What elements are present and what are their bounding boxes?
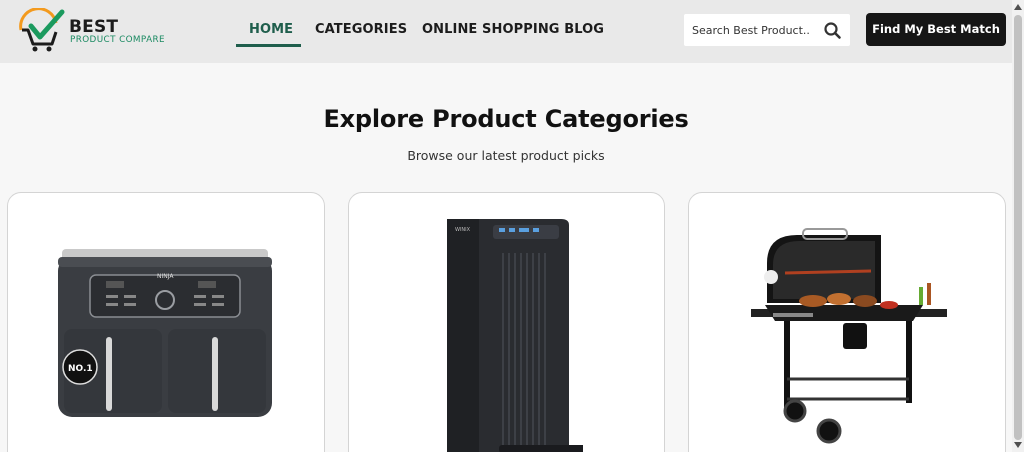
nav-online-shopping-blog[interactable]: ONLINE SHOPPING BLOG: [422, 22, 604, 38]
scroll-up-arrow-icon[interactable]: [1014, 4, 1022, 10]
section-subtitle: Browse our latest product picks: [407, 148, 605, 163]
logo-text-best: BEST: [69, 17, 119, 37]
search-input[interactable]: [684, 14, 818, 46]
search-icon: [824, 22, 841, 39]
air-fryer-brand-text: NINJA: [157, 273, 174, 280]
air-fryer-image: NINJA NO.1: [58, 249, 272, 417]
site-logo[interactable]: BEST PRODUCT COMPARE: [18, 8, 178, 54]
air-purifier-image: WINIX: [447, 219, 583, 452]
category-card-air-purifier[interactable]: WINIX: [348, 192, 665, 452]
scrollbar-thumb[interactable]: [1014, 15, 1022, 440]
nav-home[interactable]: HOME: [249, 22, 293, 38]
category-card-air-fryer[interactable]: NINJA NO.1: [7, 192, 325, 452]
logo-cart-check-icon: [19, 8, 65, 52]
site-header: BEST PRODUCT COMPARE HOME CATEGORIES ONL…: [0, 0, 1012, 63]
scroll-down-arrow-icon[interactable]: [1014, 442, 1022, 448]
section-title: Explore Product Categories: [323, 105, 689, 133]
air-purifier-brand-text: WINIX: [455, 227, 471, 233]
page: BEST PRODUCT COMPARE HOME CATEGORIES ONL…: [0, 0, 1024, 452]
air-fryer-badge-text: NO.1: [68, 364, 93, 374]
nav-active-underline: [236, 44, 301, 47]
charcoal-grill-image: [751, 228, 947, 444]
logo-text-product-compare: PRODUCT COMPARE: [70, 35, 165, 45]
search-button[interactable]: [822, 20, 844, 40]
find-my-best-match-button[interactable]: Find My Best Match: [866, 13, 1006, 46]
nav-categories[interactable]: CATEGORIES: [315, 22, 407, 38]
search-box: [684, 14, 850, 46]
category-card-charcoal-grill[interactable]: [688, 192, 1006, 452]
